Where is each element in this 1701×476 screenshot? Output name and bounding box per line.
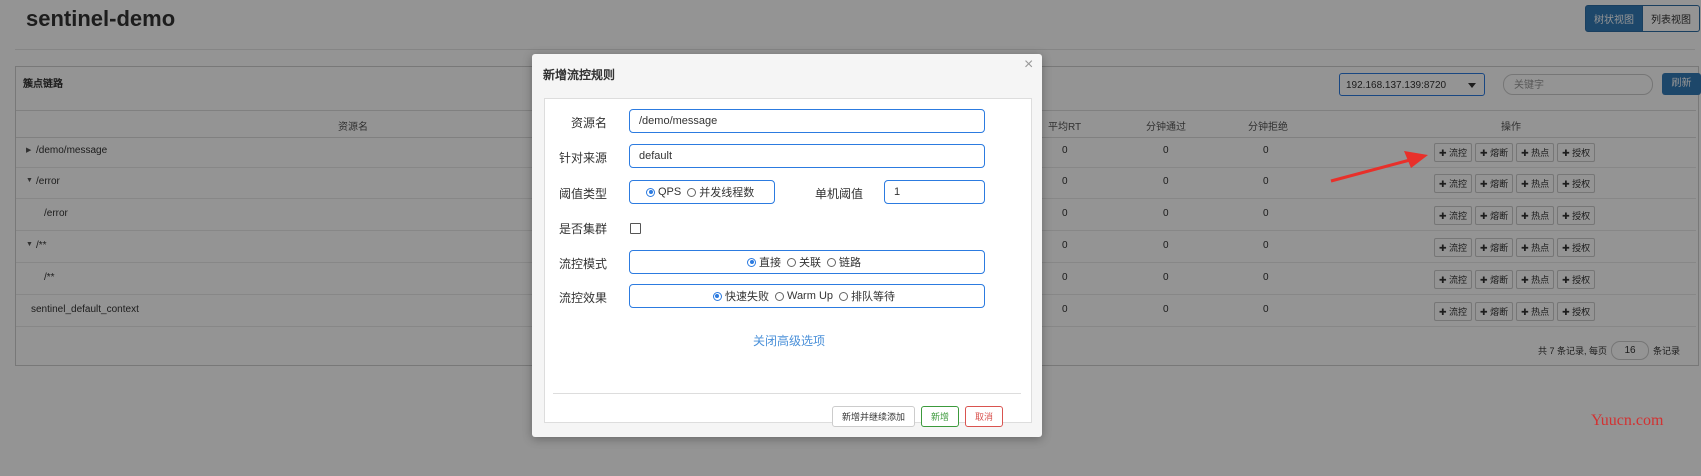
effect-group: 快速失败 Warm Up 排队等待 bbox=[629, 284, 985, 308]
mode-label: 流控模式 bbox=[559, 257, 608, 271]
flow-effect-radio-0[interactable]: 快速失败 bbox=[712, 288, 769, 304]
add-flow-rule-dialog: 新增流控规则 × 资源名 /demo/message 针对来源 default … bbox=[532, 54, 1042, 437]
flow-effect-radio-label: Warm Up bbox=[786, 290, 834, 302]
dialog-divider bbox=[553, 393, 1021, 394]
effect-label: 流控效果 bbox=[559, 291, 608, 305]
single-threshold-input[interactable]: 1 bbox=[884, 180, 985, 204]
toggle-advanced-link[interactable]: 关闭高级选项 bbox=[753, 332, 825, 349]
single-threshold-label: 单机阈值 bbox=[815, 187, 864, 201]
radio-circle-icon bbox=[646, 187, 655, 197]
mode-group: 直接 关联 链路 bbox=[629, 250, 985, 274]
single-threshold-value: 1 bbox=[894, 186, 901, 198]
flow-mode-radio-2[interactable]: 链路 bbox=[827, 254, 861, 270]
radio-circle-icon bbox=[774, 291, 784, 301]
flow-effect-radio-2[interactable]: 排队等待 bbox=[839, 288, 895, 304]
source-input-value: default bbox=[639, 150, 673, 162]
radio-circle-icon bbox=[839, 291, 849, 301]
add-button[interactable]: 新增 bbox=[921, 406, 959, 427]
add-and-continue-button[interactable]: 新增并继续添加 bbox=[832, 406, 915, 427]
flow-mode-radio-label: 直接 bbox=[759, 257, 781, 269]
flow-effect-radio-1[interactable]: Warm Up bbox=[774, 290, 834, 302]
watermark: Yuucn.com bbox=[1591, 412, 1664, 429]
radio-circle-icon bbox=[712, 291, 722, 301]
threshold-type-group: QPS 并发线程数 bbox=[629, 180, 775, 204]
threshold-type-radio-1[interactable]: 并发线程数 bbox=[687, 184, 754, 200]
cluster-checkbox[interactable] bbox=[630, 223, 641, 234]
close-icon[interactable]: × bbox=[1024, 56, 1033, 74]
dialog-title: 新增流控规则 bbox=[543, 68, 616, 82]
flow-effect-radio-label: 快速失败 bbox=[724, 291, 769, 303]
threshold-type-radio-label: QPS bbox=[658, 186, 682, 198]
radio-circle-icon bbox=[787, 257, 796, 267]
resource-label: 资源名 bbox=[571, 116, 608, 130]
flow-mode-radio-label: 关联 bbox=[799, 257, 821, 269]
cancel-button[interactable]: 取消 bbox=[965, 406, 1003, 427]
source-label: 针对来源 bbox=[559, 151, 608, 165]
source-input[interactable]: default bbox=[629, 144, 985, 168]
radio-circle-icon bbox=[827, 257, 836, 267]
resource-input[interactable]: /demo/message bbox=[629, 109, 985, 133]
threshold-type-radio-label: 并发线程数 bbox=[699, 187, 755, 199]
radio-circle-icon bbox=[687, 187, 697, 197]
flow-mode-radio-label: 链路 bbox=[839, 257, 861, 269]
dialog-body: 资源名 /demo/message 针对来源 default 阈值类型 QPS 并… bbox=[544, 98, 1032, 427]
flow-mode-radio-1[interactable]: 关联 bbox=[787, 254, 821, 270]
threshold-type-radio-0[interactable]: QPS bbox=[646, 186, 681, 198]
flow-effect-radio-label: 排队等待 bbox=[851, 291, 896, 303]
radio-circle-icon bbox=[747, 257, 756, 267]
threshold-type-label: 阈值类型 bbox=[559, 187, 608, 201]
flow-mode-radio-0[interactable]: 直接 bbox=[747, 254, 781, 270]
cluster-label: 是否集群 bbox=[559, 222, 608, 236]
resource-input-value: /demo/message bbox=[639, 115, 718, 127]
